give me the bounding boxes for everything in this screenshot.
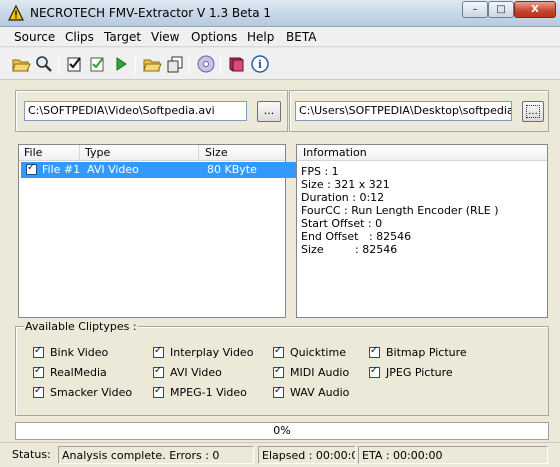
column-size[interactable]: Size bbox=[205, 146, 228, 159]
toolbar-separator bbox=[189, 54, 190, 74]
check-selected-icon[interactable] bbox=[88, 54, 108, 74]
toolbar-separator bbox=[220, 54, 221, 74]
cliptype-label: MPEG-1 Video bbox=[170, 386, 247, 399]
cliptype-label: Smacker Video bbox=[50, 386, 133, 399]
info-fourcc: FourCC : Run Length Encoder (RLE ) bbox=[301, 204, 499, 217]
progress-bar: 0% bbox=[15, 422, 549, 440]
checkbox[interactable] bbox=[369, 345, 380, 358]
status-elapsed: Elapsed : 00:00:00 bbox=[258, 446, 356, 464]
copy-icon[interactable] bbox=[165, 54, 185, 74]
title-bar: NECROTECH FMV-Extractor V 1.3 Beta 1 – □… bbox=[0, 0, 560, 27]
table-row[interactable]: File #1 AVI Video 80 KByte bbox=[21, 162, 304, 178]
cliptype-label: Bink Video bbox=[50, 346, 109, 359]
checkbox[interactable] bbox=[273, 345, 284, 358]
svg-text:i: i bbox=[258, 58, 262, 71]
cliptype-label: JPEG Picture bbox=[386, 366, 453, 379]
menu-bar: Source Clips Target View Options Help BE… bbox=[0, 27, 560, 47]
checkbox[interactable] bbox=[33, 365, 44, 378]
info-byte-size: Size : 82546 bbox=[301, 243, 398, 256]
menu-beta[interactable]: BETA bbox=[286, 30, 316, 44]
cliptype-label: AVI Video bbox=[170, 366, 222, 379]
info-duration: Duration : 0:12 bbox=[301, 191, 385, 204]
checkbox[interactable] bbox=[153, 385, 164, 398]
cliptypes-title: Available Cliptypes : bbox=[24, 320, 138, 333]
information-header: Information bbox=[297, 145, 547, 161]
column-file[interactable]: File bbox=[24, 146, 42, 159]
disc-icon[interactable] bbox=[196, 54, 216, 74]
menu-target[interactable]: Target bbox=[104, 30, 141, 44]
minimize-button[interactable]: – bbox=[462, 1, 488, 18]
info-icon[interactable]: i bbox=[250, 54, 270, 74]
checkbox[interactable] bbox=[369, 365, 380, 378]
file-list-header: File Type Size bbox=[19, 145, 285, 161]
file-type-cell: AVI Video bbox=[87, 163, 139, 176]
toolbar: i bbox=[0, 48, 560, 80]
info-size: Size : 321 x 321 bbox=[301, 178, 390, 191]
play-icon[interactable] bbox=[111, 54, 131, 74]
maximize-button[interactable]: □ bbox=[488, 1, 514, 18]
file-name-cell: File #1 bbox=[42, 163, 81, 176]
window-title: NECROTECH FMV-Extractor V 1.3 Beta 1 bbox=[30, 6, 272, 20]
cliptype-label: WAV Audio bbox=[290, 386, 350, 399]
menu-help[interactable]: Help bbox=[247, 30, 274, 44]
checkbox[interactable] bbox=[273, 385, 284, 398]
menu-clips[interactable]: Clips bbox=[65, 30, 94, 44]
warning-triangle-icon bbox=[8, 5, 24, 21]
checkbox[interactable] bbox=[33, 345, 44, 358]
menu-source[interactable]: Source bbox=[14, 30, 55, 44]
information-header-label: Information bbox=[303, 146, 367, 159]
info-end-offset: End Offset : 82546 bbox=[301, 230, 412, 243]
source-browse-button[interactable]: ... bbox=[257, 101, 281, 122]
info-start-offset: Start Offset : 0 bbox=[301, 217, 383, 230]
file-list[interactable]: File Type Size File #1 AVI Video 80 KByt… bbox=[18, 144, 304, 318]
status-label: Status: bbox=[12, 448, 51, 461]
column-divider[interactable] bbox=[79, 145, 80, 161]
target-browse-label: ... bbox=[526, 105, 540, 118]
cliptype-label: Quicktime bbox=[290, 346, 346, 359]
file-size-cell: 80 KByte bbox=[207, 163, 257, 176]
menu-view[interactable]: View bbox=[151, 30, 179, 44]
menu-options[interactable]: Options bbox=[191, 30, 237, 44]
open-folder-icon[interactable] bbox=[11, 54, 31, 74]
target-path-field[interactable]: C:\Users\SOFTPEDIA\Desktop\softpedia bbox=[295, 101, 512, 121]
cliptype-label: Bitmap Picture bbox=[386, 346, 467, 359]
status-message: Analysis complete. Errors : 0 bbox=[58, 446, 254, 464]
book-icon[interactable] bbox=[227, 54, 247, 74]
search-icon[interactable] bbox=[34, 54, 54, 74]
open-target-icon[interactable] bbox=[142, 54, 162, 74]
checkbox[interactable] bbox=[153, 365, 164, 378]
column-type[interactable]: Type bbox=[85, 146, 110, 159]
column-divider[interactable] bbox=[198, 145, 199, 161]
cliptype-label: RealMedia bbox=[50, 366, 107, 379]
check-all-icon[interactable] bbox=[65, 54, 85, 74]
information-panel: Information FPS : 1 Size : 321 x 321 Dur… bbox=[296, 144, 548, 318]
target-browse-button[interactable]: ... bbox=[522, 101, 544, 122]
toolbar-separator bbox=[135, 54, 136, 74]
file-row-checkbox[interactable] bbox=[26, 162, 37, 175]
checkbox[interactable] bbox=[153, 345, 164, 358]
cliptype-label: Interplay Video bbox=[170, 346, 254, 359]
status-eta: ETA : 00:00:00 bbox=[358, 446, 548, 464]
info-fps: FPS : 1 bbox=[301, 165, 339, 178]
cliptype-label: MIDI Audio bbox=[290, 366, 350, 379]
status-bar: Status: Analysis complete. Errors : 0 El… bbox=[0, 442, 560, 467]
progress-text: 0% bbox=[273, 424, 291, 437]
checkbox[interactable] bbox=[33, 385, 44, 398]
source-path-field[interactable]: C:\SOFTPEDIA\Video\Softpedia.avi bbox=[24, 101, 247, 121]
checkbox[interactable] bbox=[273, 365, 284, 378]
toolbar-separator bbox=[58, 54, 59, 74]
close-button[interactable]: X bbox=[514, 1, 556, 18]
